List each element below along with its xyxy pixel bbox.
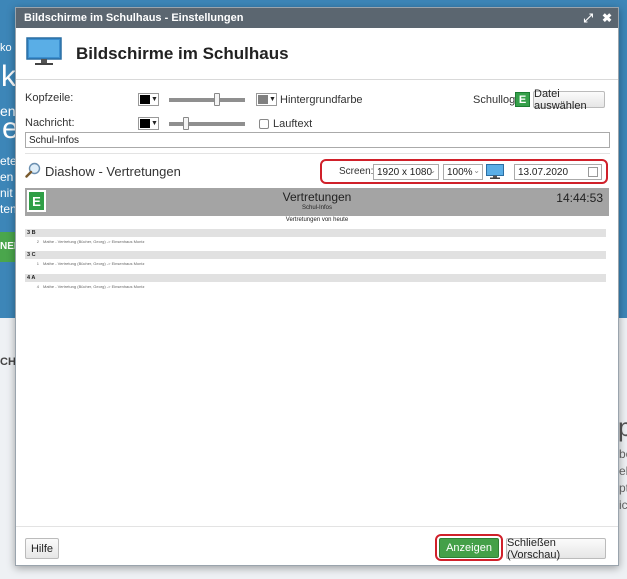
preview-row-text: Mathe - Vertretung (Bücher, Georg) -> Ei… <box>43 284 145 289</box>
preview-caption: Vertretungen von heute <box>285 217 349 223</box>
page-title: Bildschirme im Schulhaus <box>76 43 289 63</box>
preview-row-text: Mathe - Vertretung (Bücher, Georg) -> Ei… <box>43 239 145 244</box>
close-icon[interactable]: ✖ <box>602 8 612 28</box>
preview-row: 2 Mathe - Vertretung (Bücher, Georg) -> E… <box>25 239 606 245</box>
bg-text-nit: nit <box>0 186 13 200</box>
screen-label-row: Screen: <box>339 166 373 177</box>
preview-group-header: 3 B <box>25 229 606 237</box>
nachricht-row: Nachricht: <box>25 117 75 129</box>
divider <box>25 153 610 154</box>
date-input[interactable]: 13.07.2020 <box>514 164 602 180</box>
schullogo-preview: E <box>515 92 530 107</box>
preview-title: Vertretungen <box>282 190 352 204</box>
datei-auswaehlen-button[interactable]: Datei auswählen <box>533 88 605 112</box>
kopfzeile-color-picker[interactable]: ▼ <box>138 93 159 106</box>
lauftext-label: Lauftext <box>273 118 313 130</box>
nachricht-color-picker[interactable]: ▼ <box>138 117 159 130</box>
kopfzeile-row: Kopfzeile: <box>25 92 73 104</box>
preview-group-header: 3 C <box>25 251 606 259</box>
hintergrund-color-swatch <box>258 95 268 104</box>
kopfzeile-color-swatch <box>140 95 150 104</box>
hintergrundfarbe-label: Hintergrundfarbe <box>280 94 363 106</box>
footer-divider <box>16 526 618 527</box>
bg-text-ic: ic <box>619 498 627 512</box>
nachricht-slider[interactable] <box>169 117 245 130</box>
help-button[interactable]: Hilfe <box>25 538 59 559</box>
preview-row: 1 Mathe - Vertretung (Bücher, Georg) -> E… <box>25 261 606 267</box>
zoom-select[interactable]: 100% ⌄ <box>443 164 483 180</box>
chevron-down-icon: ▼ <box>151 96 158 103</box>
maximize-icon[interactable]: ⤢ <box>583 8 593 28</box>
resolution-value: 1920 x 1080 <box>377 166 433 178</box>
preview-group-header: 4 A <box>25 274 606 282</box>
chevron-down-icon: ▼ <box>269 96 276 103</box>
bg-text-er: er <box>1 120 2 121</box>
dialog-header: Bildschirme im Schulhaus <box>16 28 618 80</box>
screen-label: Screen: <box>339 166 374 177</box>
preview-subtitle: Schul-Infos <box>301 205 332 211</box>
kopfzeile-slider[interactable] <box>169 93 245 106</box>
display-icon[interactable] <box>486 164 504 183</box>
nachricht-slider-thumb[interactable] <box>183 117 189 130</box>
bg-text-en2: en <box>0 170 14 184</box>
zoom-value: 100% <box>447 166 473 178</box>
slide-preview: E Vertretungen Schul-Infos 14:44:53 Vert… <box>25 188 609 292</box>
preview-row: 4 Mathe - Vertretung (Bücher, Georg) -> E… <box>25 284 606 290</box>
lauftext-row: Lauftext <box>259 118 312 130</box>
anzeigen-button[interactable]: Anzeigen <box>439 538 499 558</box>
kopfzeile-label: Kopfzeile: <box>25 92 74 104</box>
preview-row-number: 2 <box>36 239 39 244</box>
school-logo-icon: E <box>515 92 530 107</box>
preview-row-number: 4 <box>36 284 39 289</box>
bg-text-be: be <box>619 447 627 461</box>
bg-text-k: k <box>1 60 16 93</box>
nachricht-text-input[interactable] <box>25 132 610 148</box>
settings-dialog: Bildschirme im Schulhaus - Einstellungen… <box>15 7 619 566</box>
diashow-heading: Diashow - Vertretungen <box>25 162 181 181</box>
preview-header: E Vertretungen Schul-Infos 14:44:53 <box>25 188 609 216</box>
preview-time: 14:44:53 <box>556 191 603 205</box>
bg-text-ko: ko <box>0 42 12 54</box>
kopfzeile-slider-thumb[interactable] <box>214 93 220 106</box>
date-value: 13.07.2020 <box>518 166 569 178</box>
monitor-icon <box>26 37 62 70</box>
diashow-title: Diashow - Vertretungen <box>45 164 181 179</box>
chevron-down-icon: ⌄ <box>473 166 480 175</box>
dialog-window-title: Bildschirme im Schulhaus - Einstellungen <box>24 12 244 24</box>
close-preview-button[interactable]: Schließen (Vorschau) <box>506 537 606 561</box>
chevron-down-icon: ⌄ <box>429 166 436 175</box>
nachricht-label: Nachricht: <box>25 117 75 129</box>
bg-text-p: p <box>618 412 627 442</box>
nachricht-color-swatch <box>140 119 150 128</box>
preview-row-number: 1 <box>36 261 39 266</box>
search-icon <box>25 162 41 181</box>
calendar-icon[interactable] <box>588 167 598 177</box>
dialog-titlebar[interactable]: Bildschirme im Schulhaus - Einstellungen… <box>16 8 618 28</box>
lauftext-checkbox[interactable] <box>259 119 269 129</box>
preview-row-text: Mathe - Vertretung (Bücher, Georg) -> Ei… <box>43 261 145 266</box>
bg-text-ek: ek <box>619 464 627 478</box>
chevron-down-icon: ▼ <box>151 120 158 127</box>
bg-green-button: NEN <box>0 232 21 262</box>
bg-text-pti: pti <box>619 481 627 495</box>
hintergrundfarbe-row: Hintergrundfarbe <box>280 94 363 106</box>
resolution-select[interactable]: 1920 x 1080 ⌄ <box>373 164 439 180</box>
hintergrund-color-picker[interactable]: ▼ <box>256 93 277 106</box>
bg-text-ch: CH <box>0 356 16 368</box>
